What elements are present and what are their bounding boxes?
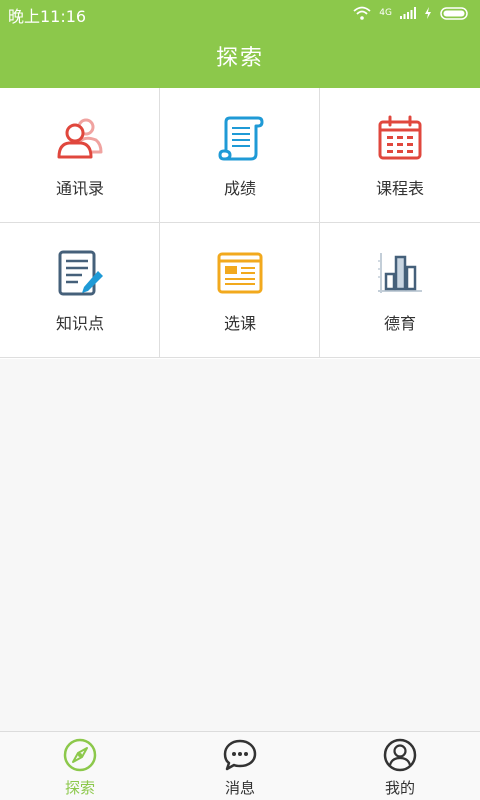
grid-item-label: 知识点 (55, 314, 104, 333)
tab-label: 我的 (384, 779, 415, 797)
bar-chart-icon (378, 253, 422, 293)
course-window-icon (217, 252, 263, 294)
calendar-icon (378, 115, 422, 160)
status-time: 晚上11:16 (8, 7, 87, 26)
wifi-icon (353, 6, 371, 20)
grid-item-label: 通讯录 (55, 179, 104, 198)
profile-icon (383, 738, 417, 772)
grid-item-knowledge[interactable]: 知识点 (0, 223, 160, 358)
grid-item-label: 课程表 (375, 179, 424, 198)
grid-item-contacts[interactable]: 通讯录 (0, 88, 160, 223)
battery-icon (440, 6, 468, 20)
tab-label: 消息 (224, 779, 255, 797)
grid-item-course-selection[interactable]: 选课 (160, 223, 320, 358)
tab-messages[interactable]: 消息 (160, 732, 320, 800)
grid-item-label: 成绩 (223, 179, 256, 198)
scroll-icon (218, 116, 264, 161)
compass-icon (63, 738, 97, 772)
app-header: 晚上11:16 4G 探索 (0, 0, 480, 88)
status-bar: 晚上11:16 4G (0, 0, 480, 26)
tab-explore[interactable]: 探索 (0, 732, 160, 800)
grid-item-moral-education[interactable]: 德育 (320, 223, 480, 358)
contacts-icon (57, 118, 103, 159)
grid-item-label: 德育 (383, 314, 416, 333)
feature-grid: 通讯录 成绩 课程表 知识点 选课 德育 (0, 88, 480, 359)
signal-icon (400, 7, 416, 19)
charging-icon (425, 7, 431, 19)
grid-item-label: 选课 (223, 314, 256, 333)
network-label: 4G (379, 8, 392, 18)
grid-item-timetable[interactable]: 课程表 (320, 88, 480, 223)
status-icons: 4G (353, 5, 470, 21)
grid-item-grades[interactable]: 成绩 (160, 88, 320, 223)
chat-bubble-icon (223, 739, 257, 771)
tab-profile[interactable]: 我的 (320, 732, 480, 800)
bottom-tab-bar: 探索 消息 我的 (0, 731, 480, 800)
notes-edit-icon (58, 250, 103, 296)
tab-label: 探索 (64, 779, 95, 797)
page-title: 探索 (215, 46, 264, 71)
